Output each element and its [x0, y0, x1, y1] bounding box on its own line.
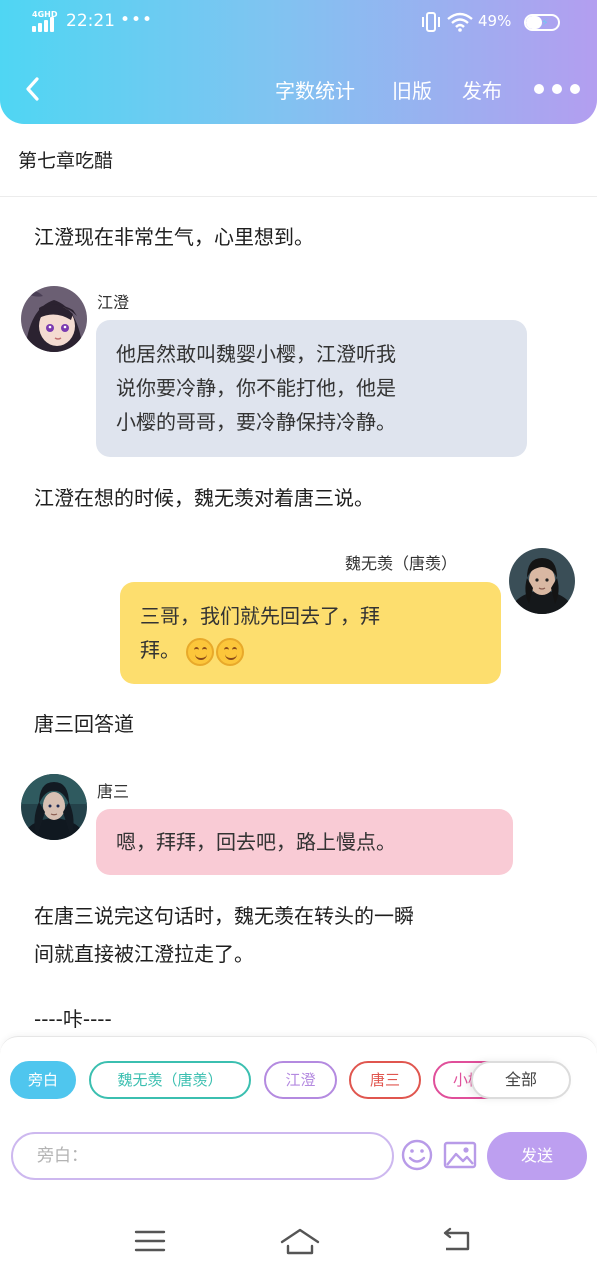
back-button[interactable]	[18, 72, 48, 106]
more-button[interactable]	[532, 76, 582, 102]
return-icon	[443, 1227, 470, 1251]
narration-line: 间就直接被江澄拉走了。	[34, 942, 254, 966]
avatar-jiangcheng[interactable]	[21, 286, 87, 352]
role-chip-narrator[interactable]: 旁白	[10, 1061, 76, 1099]
more-dot-icon	[534, 84, 544, 94]
divider	[0, 196, 597, 197]
chat-bubble[interactable]: 嗯，拜拜，回去吧，路上慢点。	[96, 809, 513, 875]
narration-line: 在唐三说完这句话时，魏无羡在转头的一瞬	[34, 904, 414, 928]
hamburger-icon	[134, 1230, 166, 1252]
avatar-tangsan[interactable]	[21, 774, 87, 840]
image-icon	[443, 1141, 477, 1169]
role-chip-jiangcheng[interactable]: 江澄	[264, 1061, 337, 1099]
chapter-title[interactable]: 第七章吃醋	[18, 146, 113, 173]
avatar-weiwuxian[interactable]	[509, 548, 575, 614]
send-button[interactable]: 发送	[487, 1132, 587, 1180]
wifi-icon	[447, 12, 473, 32]
vibrate-icon	[422, 12, 440, 32]
return-button[interactable]	[440, 1226, 474, 1256]
publish-button[interactable]: 发布	[462, 75, 502, 104]
battery-percent: 49%	[478, 12, 512, 30]
bubble-text-line: 三哥，我们就先回去了，拜	[140, 604, 380, 628]
word-count-button[interactable]: 字数统计	[275, 75, 355, 104]
bubble-text-line: 嗯，拜拜，回去吧，路上慢点。	[116, 830, 396, 854]
narration-block[interactable]: 唐三回答道	[34, 705, 134, 743]
chat-bubble[interactable]: 他居然敢叫魏婴小樱，江澄听我 说你要冷静，你不能打他，他是 小樱的哥哥，要冷静保…	[96, 320, 527, 457]
home-icon	[280, 1228, 320, 1255]
narration-block[interactable]: ----咔----	[34, 1000, 112, 1038]
more-dot-icon	[570, 84, 580, 94]
all-roles-button[interactable]: 全部	[471, 1061, 571, 1099]
home-button[interactable]	[280, 1226, 320, 1256]
speaker-name: 唐三	[97, 782, 130, 801]
role-chip-weiwuxian[interactable]: 魏无羡（唐羡）	[89, 1061, 251, 1099]
more-dot-icon	[552, 84, 562, 94]
bubble-text-line: 小樱的哥哥，要冷静保持冷静。	[116, 410, 396, 434]
menu-button[interactable]	[133, 1226, 167, 1256]
message-input[interactable]	[11, 1132, 394, 1180]
bubble-text-line: 拜。	[140, 633, 481, 667]
narration-block[interactable]: 江澄现在非常生气，心里想到。	[34, 218, 314, 256]
status-bar: 4GHD 22:21 ••• 49% ⚡	[0, 0, 597, 46]
smile-icon	[401, 1139, 433, 1171]
bubble-text-line: 说你要冷静，你不能打他，他是	[116, 376, 396, 400]
chat-bubble[interactable]: 三哥，我们就先回去了，拜 拜。	[120, 582, 501, 684]
image-button[interactable]	[442, 1137, 478, 1173]
bubble-text: 拜。	[140, 638, 180, 662]
smile-emoji-icon	[186, 637, 215, 666]
battery-icon: ⚡	[524, 14, 560, 31]
clock: 22:21	[66, 11, 115, 31]
signal-icon: 4GHD	[32, 10, 60, 34]
old-version-button[interactable]: 旧版	[392, 75, 432, 104]
speaker-name: 江澄	[97, 293, 130, 312]
role-chip-tangsan[interactable]: 唐三	[349, 1061, 421, 1099]
smile-emoji-icon	[216, 637, 245, 666]
bubble-text-line: 他居然敢叫魏婴小樱，江澄听我	[116, 342, 396, 366]
speaker-name: 魏无羡（唐羡）	[345, 554, 458, 573]
chevron-left-icon	[26, 77, 39, 101]
narration-block[interactable]: 在唐三说完这句话时，魏无羡在转头的一瞬 间就直接被江澄拉走了。	[34, 897, 414, 973]
narration-block[interactable]: 江澄在想的时候，魏无羡对着唐三说。	[34, 479, 374, 517]
notification-dots: •••	[120, 10, 154, 30]
app-header: 4GHD 22:21 ••• 49% ⚡ 字数统计 旧版 发布	[0, 0, 597, 124]
emoji-button[interactable]	[399, 1137, 435, 1173]
